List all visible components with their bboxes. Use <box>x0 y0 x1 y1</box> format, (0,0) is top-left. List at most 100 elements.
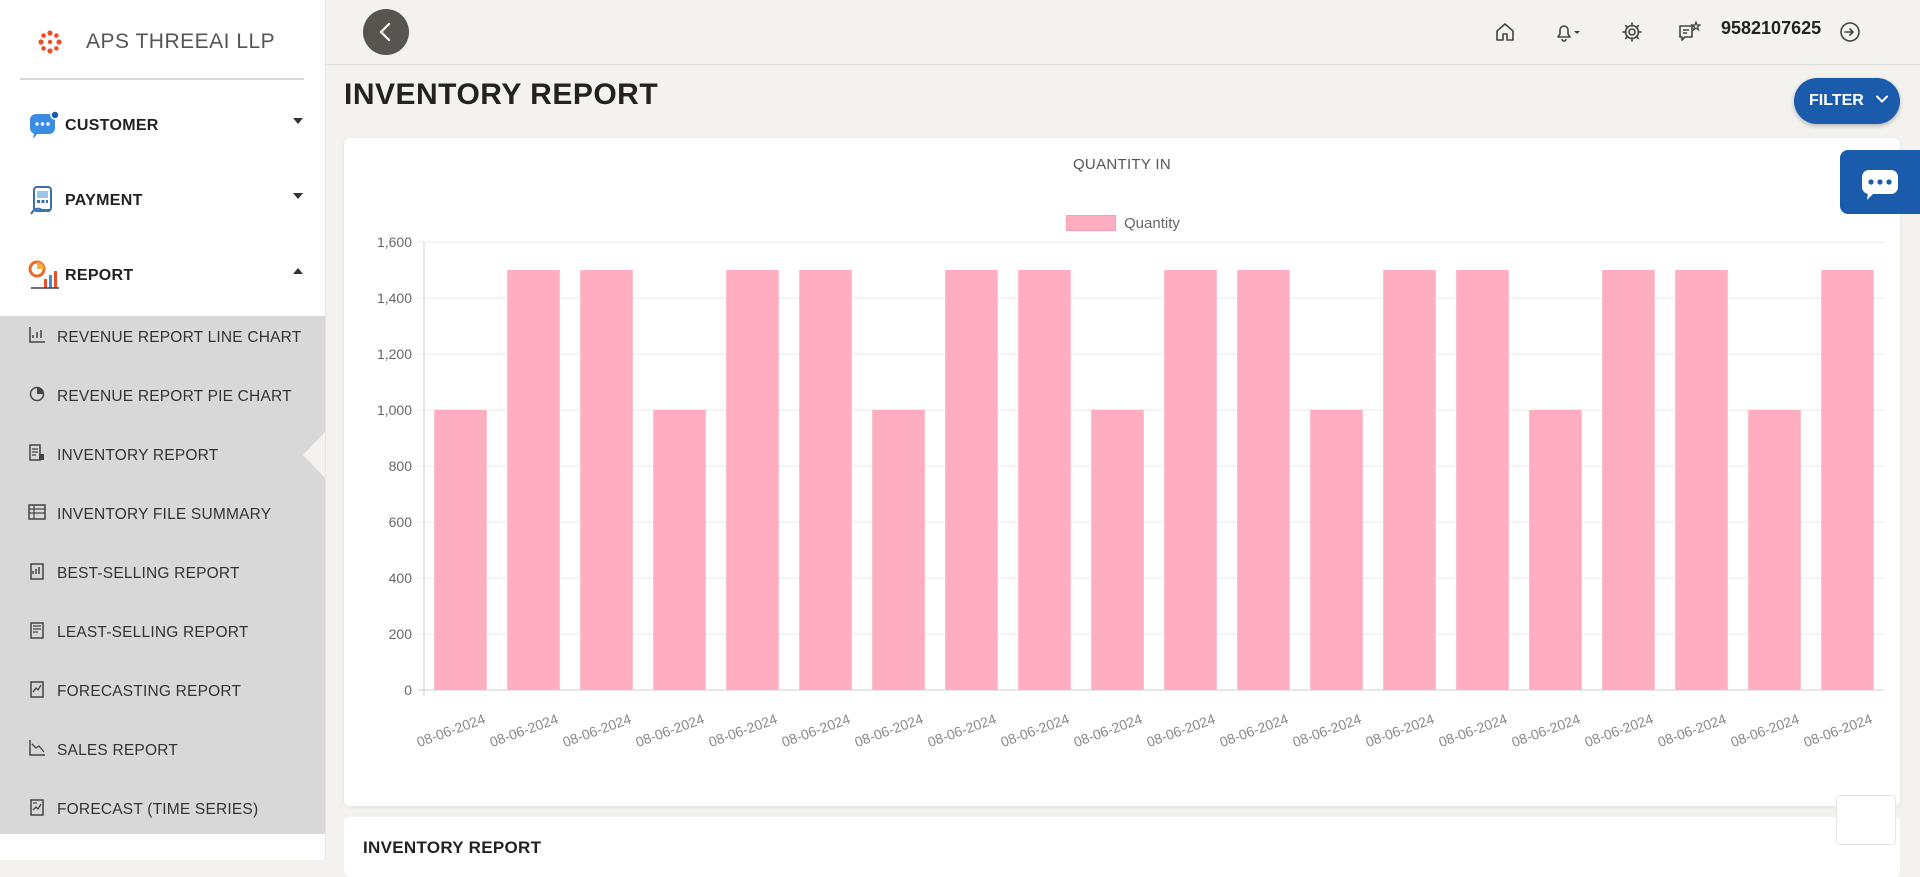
chevron-up-icon <box>293 268 303 274</box>
chart-bar[interactable] <box>1237 270 1290 690</box>
x-tick-label: 08-06-2024 <box>1290 710 1363 750</box>
x-tick-label: 08-06-2024 <box>1071 710 1144 750</box>
chart-bar[interactable] <box>1602 270 1655 690</box>
chart-bar[interactable] <box>1529 410 1582 690</box>
chart-bar[interactable] <box>1164 270 1217 690</box>
sales-icon <box>29 740 45 756</box>
chart-bar[interactable] <box>434 410 487 690</box>
chart-bar[interactable] <box>1310 410 1363 690</box>
sidebar-item-label: REVENUE REPORT LINE CHART <box>57 329 302 346</box>
active-item-indicator <box>303 432 325 478</box>
y-tick-label: 1,200 <box>377 346 412 362</box>
pie-chart-icon <box>29 386 45 402</box>
chart-bar[interactable] <box>1821 270 1874 690</box>
chart-bar[interactable] <box>507 270 560 690</box>
sidebar: APS THREEAI LLP CUSTOMER PAYMENT REPORT <box>0 0 326 860</box>
notification-bell-icon[interactable] <box>1552 20 1584 44</box>
x-tick-label: 08-06-2024 <box>1582 710 1655 750</box>
y-tick-label: 400 <box>389 570 413 586</box>
x-tick-label: 08-06-2024 <box>1509 710 1582 750</box>
filter-button-label: FILTER <box>1809 92 1864 109</box>
x-tick-label: 08-06-2024 <box>852 710 925 750</box>
logout-icon[interactable] <box>1838 20 1862 44</box>
gear-icon[interactable] <box>1620 20 1644 44</box>
report-icon <box>28 260 59 289</box>
filter-button[interactable]: FILTER <box>1794 78 1900 124</box>
user-phone: 9582107625 <box>1721 18 1822 38</box>
sidebar-group-label: PAYMENT <box>65 192 143 209</box>
chevron-left-icon <box>379 22 391 42</box>
chart-card: QUANTITY IN Quantity 0 200 400 600 800 1,000 1… <box>344 138 1900 806</box>
back-button[interactable] <box>363 9 409 55</box>
sidebar-item-revenue-pie-chart[interactable]: REVENUE REPORT PIE CHART <box>28 375 318 415</box>
y-tick-label: 1,000 <box>377 402 412 418</box>
brand: APS THREEAI LLP <box>20 14 304 80</box>
sidebar-item-least-selling-report[interactable]: LEAST-SELLING REPORT <box>28 611 318 651</box>
x-tick-label: 08-06-2024 <box>633 710 706 750</box>
x-tick-label: 08-06-2024 <box>1144 710 1217 750</box>
sidebar-item-label: FORECASTING REPORT <box>57 683 242 700</box>
chat-bubble-icon <box>1862 170 1898 200</box>
line-chart-icon <box>29 327 45 343</box>
sidebar-item-label: REVENUE REPORT PIE CHART <box>57 388 292 405</box>
x-tick-label: 08-06-2024 <box>706 710 779 750</box>
report-submenu: REVENUE REPORT LINE CHART REVENUE REPORT… <box>0 316 325 834</box>
y-tick-label: 800 <box>389 458 413 474</box>
sidebar-group-label: CUSTOMER <box>65 117 159 134</box>
chevron-down-icon <box>293 193 303 199</box>
chart-bar[interactable] <box>580 270 633 690</box>
topbar: 9582107625 <box>326 0 1920 65</box>
chat-widget-button[interactable] <box>1840 150 1920 214</box>
sidebar-group-payment[interactable]: PAYMENT <box>28 180 303 220</box>
sidebar-group-label: REPORT <box>65 267 134 284</box>
sidebar-item-forecasting-report[interactable]: FORECASTING REPORT <box>28 670 318 710</box>
sidebar-item-revenue-line-chart[interactable]: REVENUE REPORT LINE CHART <box>28 316 318 356</box>
sidebar-item-inventory-report[interactable]: INVENTORY REPORT <box>28 434 318 474</box>
chart-bar[interactable] <box>1091 410 1144 690</box>
home-icon[interactable] <box>1493 20 1517 44</box>
brand-name: APS THREEAI LLP <box>86 30 276 53</box>
x-tick-label: 08-06-2024 <box>779 710 852 750</box>
chart-bar[interactable] <box>1748 410 1801 690</box>
x-tick-label: 08-06-2024 <box>1655 710 1728 750</box>
x-tick-label: 08-06-2024 <box>1363 710 1436 750</box>
sidebar-group-report[interactable]: REPORT <box>28 255 303 295</box>
y-tick-label: 0 <box>404 682 412 698</box>
chevron-down-icon <box>293 118 303 124</box>
y-tick-label: 1,400 <box>377 290 412 306</box>
chart-bar[interactable] <box>872 410 925 690</box>
chat-users-icon <box>30 110 60 139</box>
sidebar-item-label: LEAST-SELLING REPORT <box>57 624 249 641</box>
feedback-icon[interactable] <box>1677 20 1701 44</box>
sidebar-item-label: BEST-SELLING REPORT <box>57 565 240 582</box>
y-tick-label: 1,600 <box>377 234 412 250</box>
chart-bar[interactable] <box>1675 270 1728 690</box>
best-selling-icon <box>30 563 44 580</box>
chart-bar[interactable] <box>1383 270 1436 690</box>
inventory-table-card: INVENTORY REPORT <box>344 817 1900 877</box>
sidebar-item-forecast-time-series[interactable]: FORECAST (TIME SERIES) <box>28 788 318 828</box>
bar-chart: 0 200 400 600 800 1,000 1,200 1,400 1,600 08-06-2… <box>377 234 1884 750</box>
sidebar-item-inventory-file-summary[interactable]: INVENTORY FILE SUMMARY <box>28 493 318 533</box>
y-tick-label: 200 <box>389 626 413 642</box>
table-title: INVENTORY REPORT <box>363 838 542 857</box>
forecasting-icon <box>30 681 44 698</box>
inventory-icon <box>29 444 44 461</box>
chart-bar[interactable] <box>799 270 852 690</box>
sidebar-item-label: INVENTORY FILE SUMMARY <box>57 506 272 523</box>
scroll-top-button[interactable] <box>1836 795 1896 845</box>
sidebar-group-customer[interactable]: CUSTOMER <box>28 105 303 145</box>
chevron-down-icon <box>1876 95 1888 103</box>
x-tick-label: 08-06-2024 <box>487 710 560 750</box>
chart-bar[interactable] <box>726 270 779 690</box>
chart-bar[interactable] <box>1018 270 1071 690</box>
sidebar-item-sales-report[interactable]: SALES REPORT <box>28 729 318 769</box>
x-tick-label: 08-06-2024 <box>414 710 487 750</box>
chart-bar[interactable] <box>1456 270 1509 690</box>
chart-bar[interactable] <box>653 410 706 690</box>
sidebar-item-label: INVENTORY REPORT <box>57 447 219 464</box>
x-tick-label: 08-06-2024 <box>560 710 633 750</box>
chart-bar[interactable] <box>945 270 998 690</box>
page-title: INVENTORY REPORT <box>344 78 659 111</box>
sidebar-item-best-selling-report[interactable]: BEST-SELLING REPORT <box>28 552 318 592</box>
